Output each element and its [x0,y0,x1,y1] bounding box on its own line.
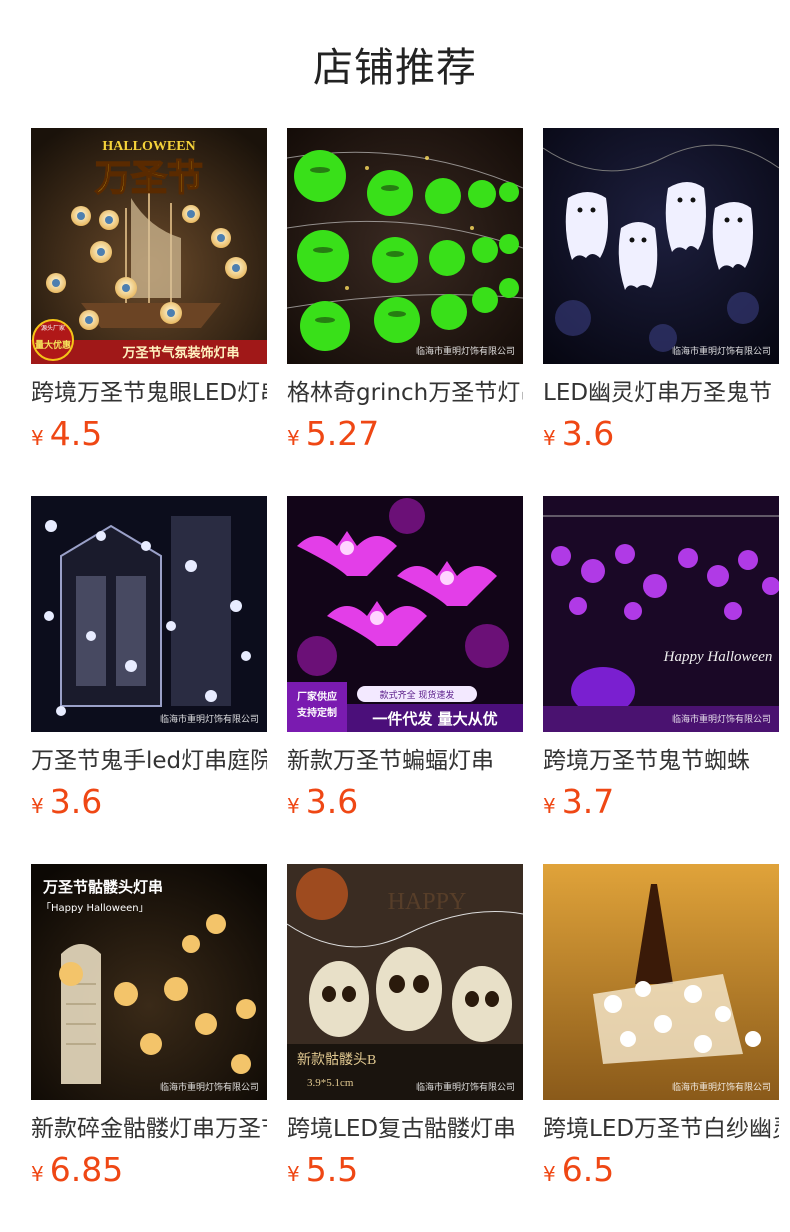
product-card[interactable]: 临海市重明灯饰有限公司 格林奇grinch万圣节灯串 ¥ 5.27 [287,128,523,453]
svg-text:万圣节气氛装饰灯串: 万圣节气氛装饰灯串 [121,345,239,361]
product-card[interactable]: HAPPY 新款骷髅头B 3.9*5.1cm 临海市重明灯饰有限公司 跨境LED [287,864,523,1189]
product-card[interactable]: 临海市重明灯饰有限公司 跨境LED万圣节白纱幽灵 ¥ 6.5 [543,864,779,1189]
product-card[interactable]: HALLOWEEN 万圣节 万圣节气氛装饰灯串 源头厂家 量大优惠 跨境万圣节鬼… [31,128,267,453]
price-value: 5.5 [305,1150,359,1189]
product-image[interactable]: 临海市重明灯饰有限公司 [543,864,779,1100]
svg-text:临海市重明灯饰有限公司: 临海市重明灯饰有限公司 [416,1081,515,1093]
product-image[interactable]: Happy Halloween 临海市重明灯饰有限公司 [543,496,779,732]
price-value: 3.6 [305,782,359,821]
product-price: ¥ 3.6 [31,782,267,821]
svg-text:万圣节骷髅头灯串: 万圣节骷髅头灯串 [42,878,163,896]
product-name[interactable]: 跨境万圣节鬼眼LED灯串 [31,378,267,408]
product-image[interactable]: 临海市重明灯饰有限公司 [287,128,523,364]
currency-symbol: ¥ [31,1162,44,1186]
product-name[interactable]: 新款碎金骷髅灯串万圣节 [31,1114,267,1144]
currency-symbol: ¥ [543,794,556,818]
svg-text:源头厂家: 源头厂家 [41,324,65,332]
svg-text:支持定制: 支持定制 [296,706,337,719]
product-price: ¥ 6.85 [31,1150,267,1189]
product-name[interactable]: LED幽灵灯串万圣鬼节 [543,378,779,408]
page-title: 店铺推荐 [313,45,477,91]
product-price: ¥ 5.5 [287,1150,523,1189]
svg-text:临海市重明灯饰有限公司: 临海市重明灯饰有限公司 [416,345,515,357]
product-card[interactable]: 厂家供应 支持定制 款式齐全 现货速发 一件代发 量大从优 新款万圣节蝙蝠灯串 … [287,496,523,821]
currency-symbol: ¥ [287,1162,300,1186]
product-name[interactable]: 万圣节鬼手led灯串庭院 [31,746,267,776]
currency-symbol: ¥ [287,426,300,450]
product-name[interactable]: 新款万圣节蝙蝠灯串 [287,746,523,776]
product-card[interactable]: 临海市重明灯饰有限公司 万圣节鬼手led灯串庭院 ¥ 3.6 [31,496,267,821]
product-price: ¥ 3.7 [543,782,779,821]
product-image[interactable]: 厂家供应 支持定制 款式齐全 现货速发 一件代发 量大从优 [287,496,523,732]
svg-text:万圣节: 万圣节 [95,158,203,199]
currency-symbol: ¥ [287,794,300,818]
svg-text:「Happy Halloween」: 「Happy Halloween」 [41,902,149,914]
svg-text:临海市重明灯饰有限公司: 临海市重明灯饰有限公司 [672,713,771,725]
svg-text:临海市重明灯饰有限公司: 临海市重明灯饰有限公司 [160,713,259,725]
svg-text:临海市重明灯饰有限公司: 临海市重明灯饰有限公司 [672,345,771,357]
product-price: ¥ 3.6 [287,782,523,821]
product-image[interactable]: HALLOWEEN 万圣节 万圣节气氛装饰灯串 源头厂家 量大优惠 [31,128,267,364]
currency-symbol: ¥ [543,426,556,450]
price-value: 3.7 [561,782,615,821]
svg-text:Happy Halloween: Happy Halloween [663,649,773,665]
svg-text:量大优惠: 量大优惠 [35,339,71,351]
svg-text:款式齐全 现货速发: 款式齐全 现货速发 [380,689,455,701]
currency-symbol: ¥ [31,794,44,818]
svg-text:新款骷髅头B: 新款骷髅头B [297,1052,376,1068]
product-price: ¥ 6.5 [543,1150,779,1189]
price-value: 6.85 [49,1150,124,1189]
svg-text:HALLOWEEN: HALLOWEEN [102,139,195,154]
product-name[interactable]: 跨境LED复古骷髅灯串 [287,1114,523,1144]
svg-text:3.9*5.1cm: 3.9*5.1cm [307,1077,354,1089]
price-value: 3.6 [561,414,615,453]
price-value: 5.27 [305,414,380,453]
svg-text:HAPPY: HAPPY [388,889,467,915]
svg-text:厂家供应: 厂家供应 [297,690,337,703]
product-image[interactable]: 万圣节骷髅头灯串 「Happy Halloween」 临海市重明灯饰有限公司 [31,864,267,1100]
svg-text:一件代发 量大从优: 一件代发 量大从优 [372,710,497,728]
currency-symbol: ¥ [31,426,44,450]
price-value: 6.5 [561,1150,615,1189]
price-value: 4.5 [49,414,103,453]
product-card[interactable]: 万圣节骷髅头灯串 「Happy Halloween」 临海市重明灯饰有限公司 新… [31,864,267,1189]
product-card[interactable]: 临海市重明灯饰有限公司 LED幽灵灯串万圣鬼节 ¥ 3.6 [543,128,779,453]
product-name[interactable]: 跨境万圣节鬼节蜘蛛 [543,746,779,776]
price-value: 3.6 [49,782,103,821]
product-price: ¥ 5.27 [287,414,523,453]
product-image[interactable]: 临海市重明灯饰有限公司 [31,496,267,732]
currency-symbol: ¥ [543,1162,556,1186]
product-price: ¥ 4.5 [31,414,267,453]
product-card[interactable]: Happy Halloween 临海市重明灯饰有限公司 跨境万圣节鬼节蜘蛛 ¥ … [543,496,779,821]
product-name[interactable]: 跨境LED万圣节白纱幽灵 [543,1114,779,1144]
product-price: ¥ 3.6 [543,414,779,453]
product-image[interactable]: HAPPY 新款骷髅头B 3.9*5.1cm 临海市重明灯饰有限公司 [287,864,523,1100]
svg-text:临海市重明灯饰有限公司: 临海市重明灯饰有限公司 [160,1081,259,1093]
svg-text:临海市重明灯饰有限公司: 临海市重明灯饰有限公司 [672,1081,771,1093]
product-name[interactable]: 格林奇grinch万圣节灯串 [287,378,523,408]
product-image[interactable]: 临海市重明灯饰有限公司 [543,128,779,364]
